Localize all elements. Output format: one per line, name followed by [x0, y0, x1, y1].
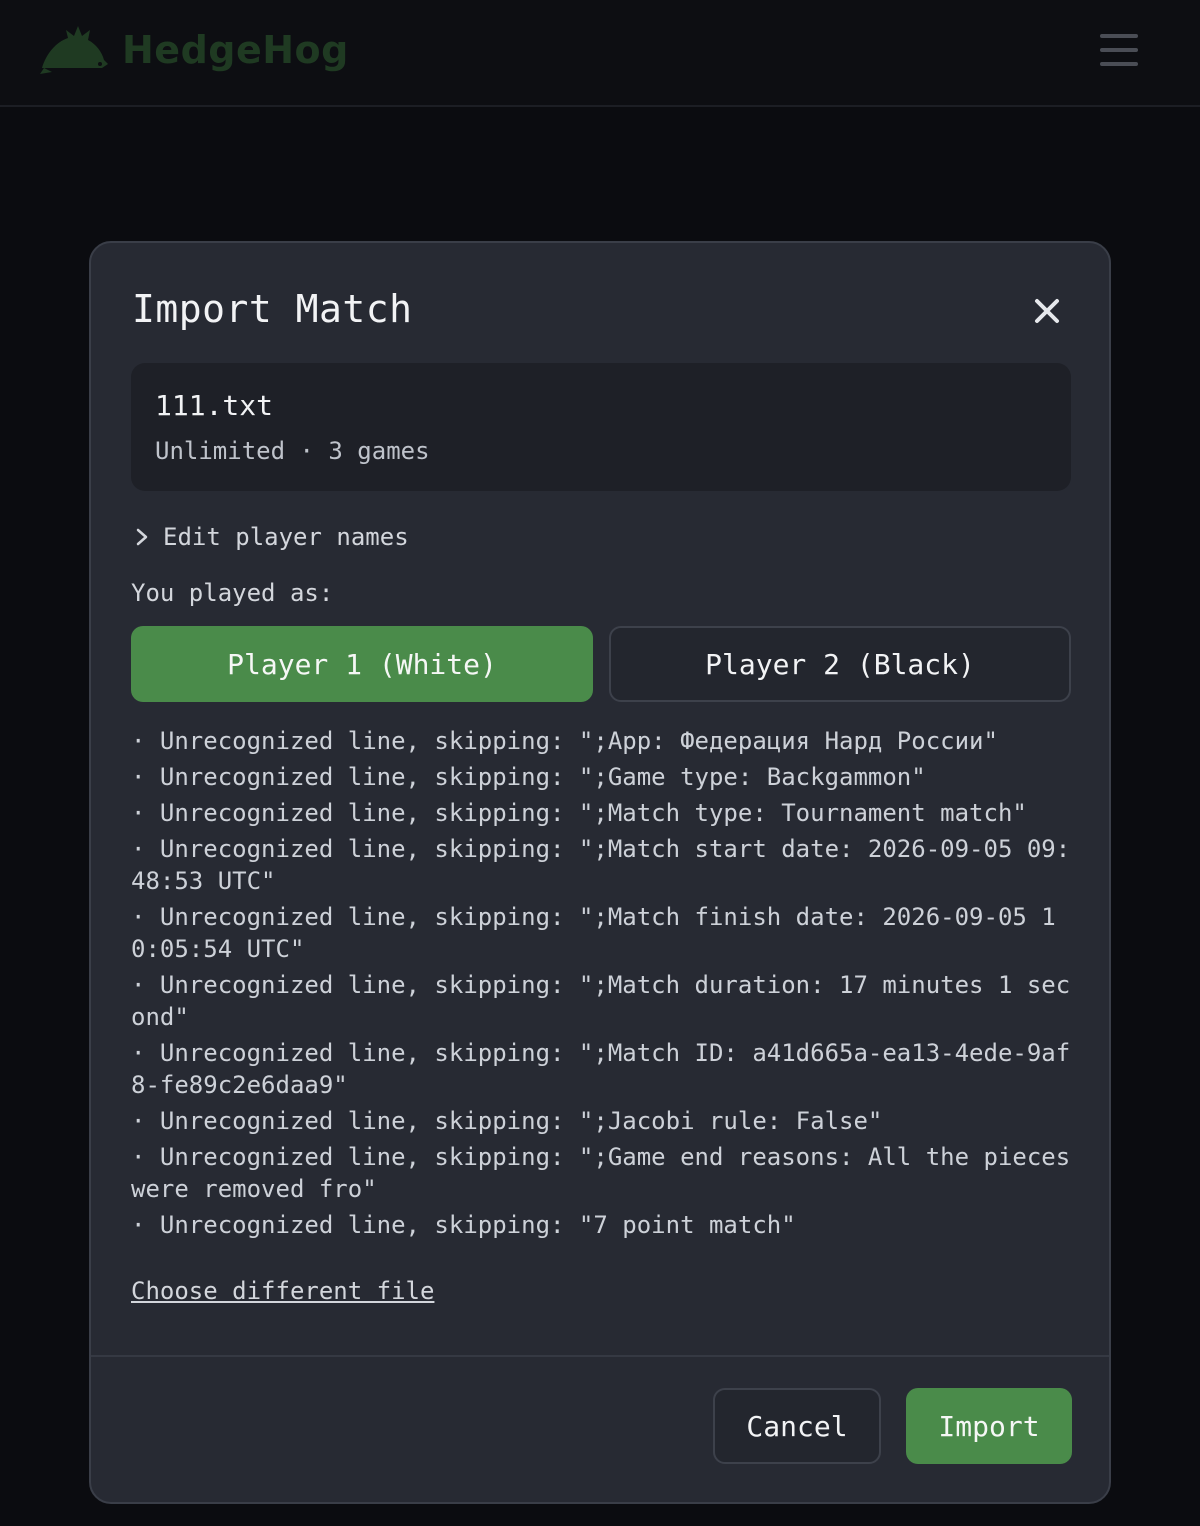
- warning-item: · Unrecognized line, skipping: ";Match I…: [131, 1039, 1071, 1099]
- import-warnings-list: · Unrecognized line, skipping: ";App: Фе…: [131, 725, 1076, 1245]
- app-name: HedgeHog: [122, 28, 349, 72]
- edit-player-names-label: Edit player names: [163, 523, 409, 551]
- player-1-white-button[interactable]: Player 1 (White): [131, 626, 593, 702]
- warning-item: · Unrecognized line, skipping: "7 point …: [131, 1211, 796, 1239]
- warning-item: · Unrecognized line, skipping: ";Match f…: [131, 903, 1056, 963]
- footer-divider: [91, 1355, 1109, 1357]
- played-as-label: You played as:: [131, 579, 334, 607]
- warning-item: · Unrecognized line, skipping: ";Jacobi …: [131, 1107, 883, 1135]
- file-info-card: 111.txt Unlimited · 3 games: [131, 363, 1071, 491]
- close-icon[interactable]: [1029, 293, 1065, 329]
- warning-item: · Unrecognized line, skipping: ";Match d…: [131, 971, 1071, 1031]
- dialog-title: Import Match: [132, 287, 413, 331]
- hedgehog-logo-icon: [40, 26, 108, 74]
- file-name: 111.txt: [155, 389, 274, 422]
- hamburger-menu-icon[interactable]: [1100, 34, 1140, 66]
- warning-item: · Unrecognized line, skipping: ";App: Фе…: [131, 727, 998, 755]
- warning-item: · Unrecognized line, skipping: ";Game ty…: [131, 763, 926, 791]
- file-meta: Unlimited · 3 games: [155, 437, 430, 465]
- choose-different-file-link[interactable]: Choose different file: [131, 1277, 434, 1305]
- warning-item: · Unrecognized line, skipping: ";Match s…: [131, 835, 1071, 895]
- brand[interactable]: HedgeHog: [38, 24, 349, 76]
- import-match-dialog: Import Match 111.txt Unlimited · 3 games…: [89, 241, 1111, 1504]
- player-2-black-button[interactable]: Player 2 (Black): [609, 626, 1071, 702]
- cancel-button[interactable]: Cancel: [713, 1388, 881, 1464]
- chevron-right-icon: [136, 528, 148, 546]
- warning-item: · Unrecognized line, skipping: ";Match t…: [131, 799, 1027, 827]
- top-app-bar: HedgeHog: [0, 0, 1200, 107]
- edit-player-names-toggle[interactable]: Edit player names: [135, 523, 409, 551]
- warning-item: · Unrecognized line, skipping: ";Game en…: [131, 1143, 1071, 1203]
- import-button[interactable]: Import: [906, 1388, 1072, 1464]
